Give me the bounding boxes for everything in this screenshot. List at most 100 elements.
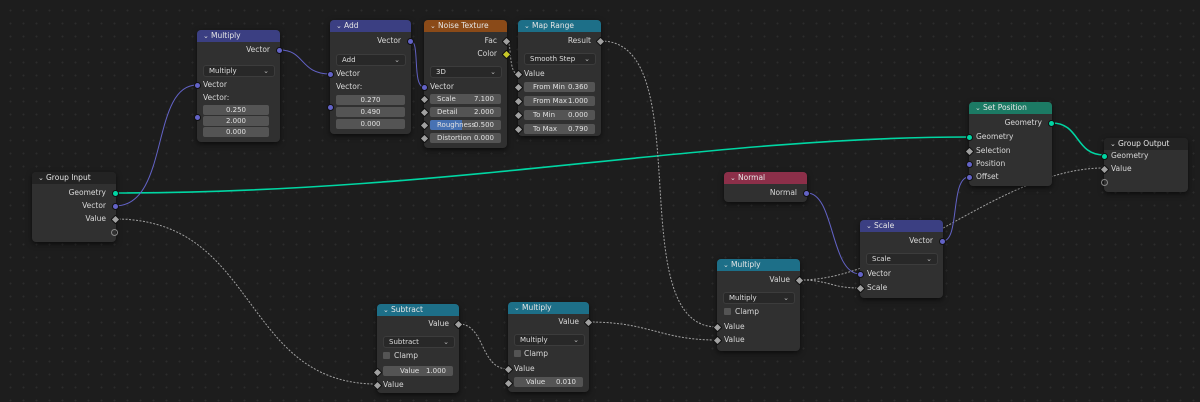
node-multiply-value-bottom[interactable]: ⌄ Multiply Value Multiply ⌄ Clamp Value Va…	[503, 302, 594, 392]
chevron-down-icon[interactable]: ⌄	[866, 220, 874, 232]
node-header[interactable]: ⌄ Group Output	[1104, 138, 1188, 150]
node-map-range[interactable]: ⌄ Map Range Result Smooth Step ⌄ Value Fro…	[513, 20, 606, 136]
value-socket-icon[interactable]	[501, 36, 512, 47]
detail-field[interactable]: Detail 2.000	[430, 107, 501, 117]
vector-socket-icon[interactable]	[194, 82, 201, 89]
node-header[interactable]: ⌄ Add	[330, 20, 411, 32]
value-socket-icon[interactable]	[503, 378, 514, 389]
node-multiply-value-mid[interactable]: ⌄ Multiply Value Multiply ⌄ Clamp Value Va…	[712, 259, 805, 351]
clamp-checkbox[interactable]	[383, 352, 390, 359]
operation-dropdown[interactable]: Subtract ⌄	[383, 336, 455, 348]
vector-socket-icon[interactable]	[327, 71, 334, 78]
chevron-down-icon[interactable]: ⌄	[203, 30, 211, 42]
node-scale[interactable]: ⌄ Scale Vector Scale ⌄ Vector Scale	[855, 220, 946, 298]
vector-socket-icon[interactable]	[194, 114, 201, 121]
vector-socket-icon[interactable]	[857, 271, 864, 278]
node-header[interactable]: ⌄ Subtract	[377, 304, 459, 316]
vector-socket-icon[interactable]	[407, 38, 414, 45]
node-group-output[interactable]: ⌄ Group Output Geometry Value	[1099, 138, 1188, 192]
node-multiply-vector[interactable]: ⌄ Multiply Vector Multiply ⌄ Vector Vector…	[194, 30, 283, 142]
operation-dropdown[interactable]: Multiply ⌄	[723, 292, 795, 304]
from-max-field[interactable]: From Max 1.000	[524, 96, 595, 106]
value-socket-icon[interactable]	[513, 69, 524, 80]
vector-socket-icon[interactable]	[421, 84, 428, 91]
chevron-down-icon[interactable]: ⌄	[723, 259, 731, 271]
chevron-down-icon[interactable]: ⌄	[336, 20, 344, 32]
chevron-down-icon[interactable]: ⌄	[1110, 138, 1118, 150]
value-socket-icon[interactable]	[503, 364, 514, 375]
scale-field[interactable]: Scale 7.100	[430, 94, 501, 104]
chevron-down-icon[interactable]: ⌄	[524, 20, 532, 32]
empty-socket-icon[interactable]	[111, 229, 118, 236]
chevron-down-icon[interactable]: ⌄	[430, 20, 438, 32]
geometry-socket-icon[interactable]	[1101, 153, 1108, 160]
empty-socket-icon[interactable]	[1101, 179, 1108, 186]
vector-socket-icon[interactable]	[803, 190, 810, 197]
node-header[interactable]: ⌄ Scale	[860, 220, 943, 232]
value-socket-icon[interactable]	[712, 322, 723, 333]
node-header[interactable]: ⌄ Noise Texture	[424, 20, 507, 32]
node-group-input[interactable]: ⌄ Group Input Geometry Vector Value	[32, 172, 121, 242]
node-header[interactable]: ⌄ Multiply	[197, 30, 280, 42]
to-min-field[interactable]: To Min 0.000	[524, 110, 595, 120]
node-subtract[interactable]: ⌄ Subtract Value Subtract ⌄ Clamp Value 1.0…	[372, 304, 464, 393]
value-socket-icon[interactable]	[419, 120, 430, 131]
vector-z-field[interactable]: 0.000	[336, 119, 405, 129]
node-header[interactable]: ⌄ Normal	[724, 172, 807, 184]
value-socket-icon[interactable]	[513, 110, 524, 121]
vector-z-field[interactable]: 0.000	[203, 127, 269, 137]
value-socket-icon[interactable]	[453, 319, 464, 330]
value-socket-icon[interactable]	[583, 317, 594, 328]
vector-y-field[interactable]: 0.490	[336, 107, 405, 117]
interpolation-dropdown[interactable]: Smooth Step ⌄	[524, 53, 596, 65]
value-socket-icon[interactable]	[513, 82, 524, 93]
roughness-slider[interactable]: Roughness 0.500	[430, 120, 501, 130]
distortion-field[interactable]: Distortion 0.000	[430, 133, 501, 143]
node-header[interactable]: ⌄ Multiply	[717, 259, 800, 271]
vector-socket-icon[interactable]	[966, 174, 973, 181]
node-add[interactable]: ⌄ Add Vector Add ⌄ Vector Vector: 0.270 0.…	[327, 20, 414, 134]
chevron-down-icon[interactable]: ⌄	[38, 172, 46, 184]
chevron-down-icon[interactable]: ⌄	[514, 302, 522, 314]
node-header[interactable]: ⌄ Group Input	[32, 172, 116, 184]
vector-socket-icon[interactable]	[327, 104, 334, 111]
chevron-down-icon[interactable]: ⌄	[975, 102, 983, 114]
value-socket-icon[interactable]	[794, 275, 805, 286]
clamp-checkbox[interactable]	[724, 308, 731, 315]
value-socket-icon[interactable]	[595, 36, 606, 47]
vector-socket-icon[interactable]	[966, 161, 973, 168]
node-header[interactable]: ⌄ Multiply	[508, 302, 589, 314]
geometry-socket-icon[interactable]	[1048, 120, 1055, 127]
value-field[interactable]: Value 0.010	[514, 377, 583, 387]
operation-dropdown[interactable]: Scale ⌄	[866, 253, 938, 265]
value-socket-icon[interactable]	[712, 335, 723, 346]
vector-socket-icon[interactable]	[939, 238, 946, 245]
value-socket-icon[interactable]	[513, 124, 524, 135]
color-socket-icon[interactable]	[501, 49, 512, 60]
dimension-dropdown[interactable]: 3D ⌄	[430, 66, 502, 78]
value-socket-icon[interactable]	[513, 96, 524, 107]
vector-y-field[interactable]: 2.000	[203, 116, 269, 126]
node-noise-texture[interactable]: ⌄ Noise Texture Fac Color 3D ⌄ Vector Scal…	[419, 20, 512, 148]
value-socket-icon[interactable]	[419, 133, 430, 144]
operation-dropdown[interactable]: Add ⌄	[336, 54, 406, 66]
vector-socket-icon[interactable]	[112, 203, 119, 210]
value-socket-icon[interactable]	[964, 146, 975, 157]
vector-x-field[interactable]: 0.250	[203, 105, 269, 115]
chevron-down-icon[interactable]: ⌄	[730, 172, 738, 184]
geometry-socket-icon[interactable]	[112, 190, 119, 197]
node-normal[interactable]: ⌄ Normal Normal	[724, 172, 810, 202]
value-socket-icon[interactable]	[855, 283, 866, 294]
value-socket-icon[interactable]	[372, 367, 383, 378]
operation-dropdown[interactable]: Multiply ⌄	[514, 334, 585, 346]
value-socket-icon[interactable]	[1099, 164, 1110, 175]
vector-x-field[interactable]: 0.270	[336, 95, 405, 105]
node-editor-canvas[interactable]: ⌄ Group Input Geometry Vector Value ⌄ Mult…	[0, 0, 1200, 402]
value-socket-icon[interactable]	[110, 214, 121, 225]
value-socket-icon[interactable]	[372, 380, 383, 391]
value-field[interactable]: Value 1.000	[383, 366, 453, 376]
operation-dropdown[interactable]: Multiply ⌄	[203, 65, 275, 77]
value-socket-icon[interactable]	[419, 94, 430, 105]
geometry-socket-icon[interactable]	[966, 134, 973, 141]
node-set-position[interactable]: ⌄ Set Position Geometry Geometry Selectio…	[964, 102, 1055, 186]
